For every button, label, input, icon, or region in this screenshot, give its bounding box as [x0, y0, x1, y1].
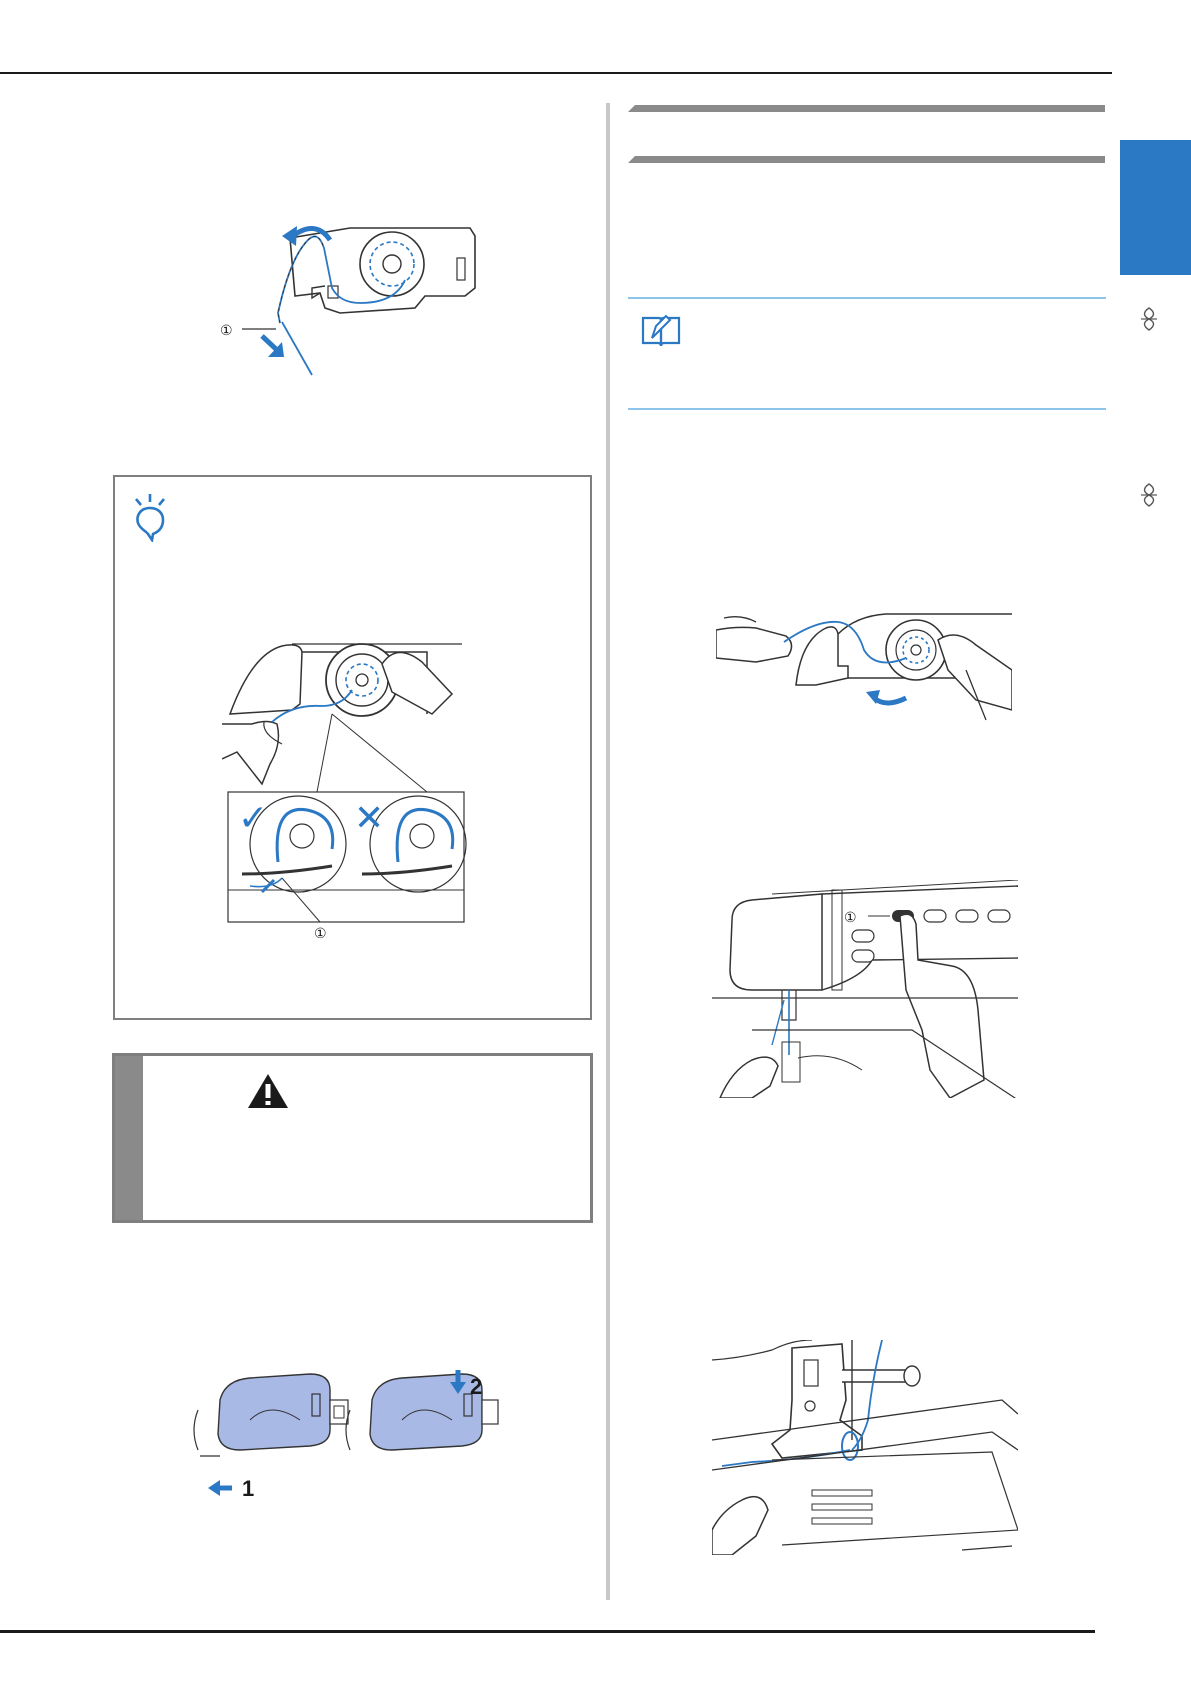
callout-1-label: ① [220, 322, 233, 338]
memo-bottom-rule [628, 408, 1106, 410]
note-lightbulb-icon [135, 494, 165, 542]
column-divider [606, 103, 610, 1600]
callout-1-label: ① [314, 925, 327, 941]
chapter-ornament-icon [1141, 307, 1157, 331]
memo-top-rule [628, 297, 1106, 299]
correct-check-icon: ✓ [238, 798, 268, 839]
memo-book-icon [641, 314, 681, 347]
chapter-ornament-icon [1141, 483, 1157, 507]
warning-triangle-icon [248, 1074, 288, 1108]
callout-1-label: ① [844, 909, 857, 925]
incorrect-cross-icon: ✕ [354, 798, 384, 839]
section-heading-bar-bottom [628, 156, 1105, 163]
chapter-tab [1120, 140, 1191, 275]
step-1-label: 1 [242, 1476, 254, 1501]
bobbin-case-threading-figure: ① [220, 226, 476, 376]
bobbin-orientation-figure: ✓ ✕ ① [222, 643, 467, 941]
presser-foot-thread-figure [712, 1340, 1018, 1555]
caution-box [112, 1053, 593, 1223]
footer-rule [0, 1630, 1095, 1633]
step-2-label: 2 [470, 1374, 482, 1399]
needle-position-button-figure: ① [712, 880, 1018, 1098]
header-rule [0, 72, 1112, 74]
bobbin-cover-figure: 1 2 [193, 1370, 499, 1501]
caution-side-band [115, 1056, 143, 1220]
bobbin-thread-pull-figure [716, 613, 1012, 721]
section-heading-bar-top [628, 105, 1105, 112]
